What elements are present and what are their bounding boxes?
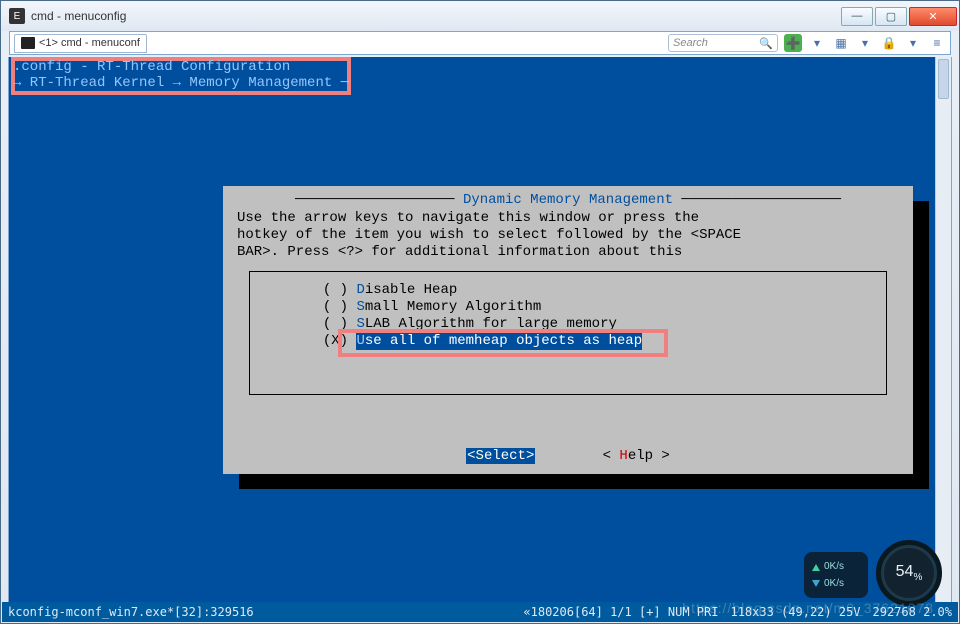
dialog-buttons: <Select> < Help >: [237, 448, 899, 464]
window-frame: E cmd - menuconfig — ▢ ✕ <1> cmd - menuc…: [0, 0, 960, 624]
close-button[interactable]: ✕: [909, 7, 957, 26]
config-header: .config - RT-Thread Configuration → RT-T…: [13, 59, 349, 91]
option-small-memory[interactable]: ( ) Small Memory Algorithm: [264, 299, 872, 316]
network-widget[interactable]: 0K/s 0K/s: [804, 552, 868, 598]
window-title: cmd - menuconfig: [31, 9, 126, 23]
cpu-gauge[interactable]: 54%: [876, 540, 942, 606]
grid-button[interactable]: ▦: [832, 34, 850, 52]
dialog-instructions: Use the arrow keys to navigate this wind…: [237, 210, 899, 261]
maximize-button[interactable]: ▢: [875, 7, 907, 26]
new-tab-button[interactable]: ➕: [784, 34, 802, 52]
tab-cmd[interactable]: <1> cmd - menuconf: [14, 34, 147, 53]
terminal-area: .config - RT-Thread Configuration → RT-T…: [8, 57, 952, 603]
upload-icon: [812, 563, 820, 571]
select-button[interactable]: <Select>: [466, 448, 535, 464]
watermark: https://blog.csdn.net/m0_37621078: [682, 600, 934, 616]
gauge-value: 54: [896, 563, 914, 580]
gauge-suffix: %: [913, 572, 922, 583]
app-icon: E: [9, 8, 25, 24]
grid-dropdown-icon[interactable]: ▾: [856, 34, 874, 52]
menu-icon[interactable]: ≡: [928, 34, 946, 52]
dialog-title-row: ─────────────────── Dynamic Memory Manag…: [237, 192, 899, 208]
terminal[interactable]: .config - RT-Thread Configuration → RT-T…: [9, 57, 951, 602]
scrollbar[interactable]: [935, 57, 951, 602]
minimize-button[interactable]: —: [841, 7, 873, 26]
window-buttons: — ▢ ✕: [841, 7, 957, 26]
console-icon: [21, 37, 35, 49]
annotation-box-option: [338, 329, 668, 357]
dialog-title: Dynamic Memory Management: [463, 192, 673, 208]
tab-strip: <1> cmd - menuconf Search 🔍 ➕ ▾ ▦ ▾ 🔒 ▾ …: [9, 31, 951, 55]
options-box: ( ) Disable Heap ( ) Small Memory Algori…: [249, 271, 887, 395]
lock-icon[interactable]: 🔒: [880, 34, 898, 52]
scrollbar-thumb[interactable]: [938, 59, 949, 99]
status-process: kconfig-mconf_win7.exe*[32]:329516: [8, 605, 254, 619]
new-tab-dropdown-icon[interactable]: ▾: [808, 34, 826, 52]
option-disable-heap[interactable]: ( ) Disable Heap: [264, 282, 872, 299]
help-button[interactable]: < Help >: [603, 448, 670, 464]
dialog-memory-management: ─────────────────── Dynamic Memory Manag…: [223, 186, 913, 474]
upload-speed: 0K/s: [824, 561, 844, 572]
download-speed: 0K/s: [824, 578, 844, 589]
search-input[interactable]: Search 🔍: [668, 34, 778, 52]
toolbar: Search 🔍 ➕ ▾ ▦ ▾ 🔒 ▾ ≡: [668, 34, 946, 52]
titlebar[interactable]: E cmd - menuconfig — ▢ ✕: [1, 1, 959, 31]
search-icon: 🔍: [759, 37, 773, 50]
download-icon: [812, 580, 820, 588]
tab-label: <1> cmd - menuconf: [39, 37, 140, 49]
lock-dropdown-icon[interactable]: ▾: [904, 34, 922, 52]
search-placeholder: Search: [673, 37, 708, 49]
